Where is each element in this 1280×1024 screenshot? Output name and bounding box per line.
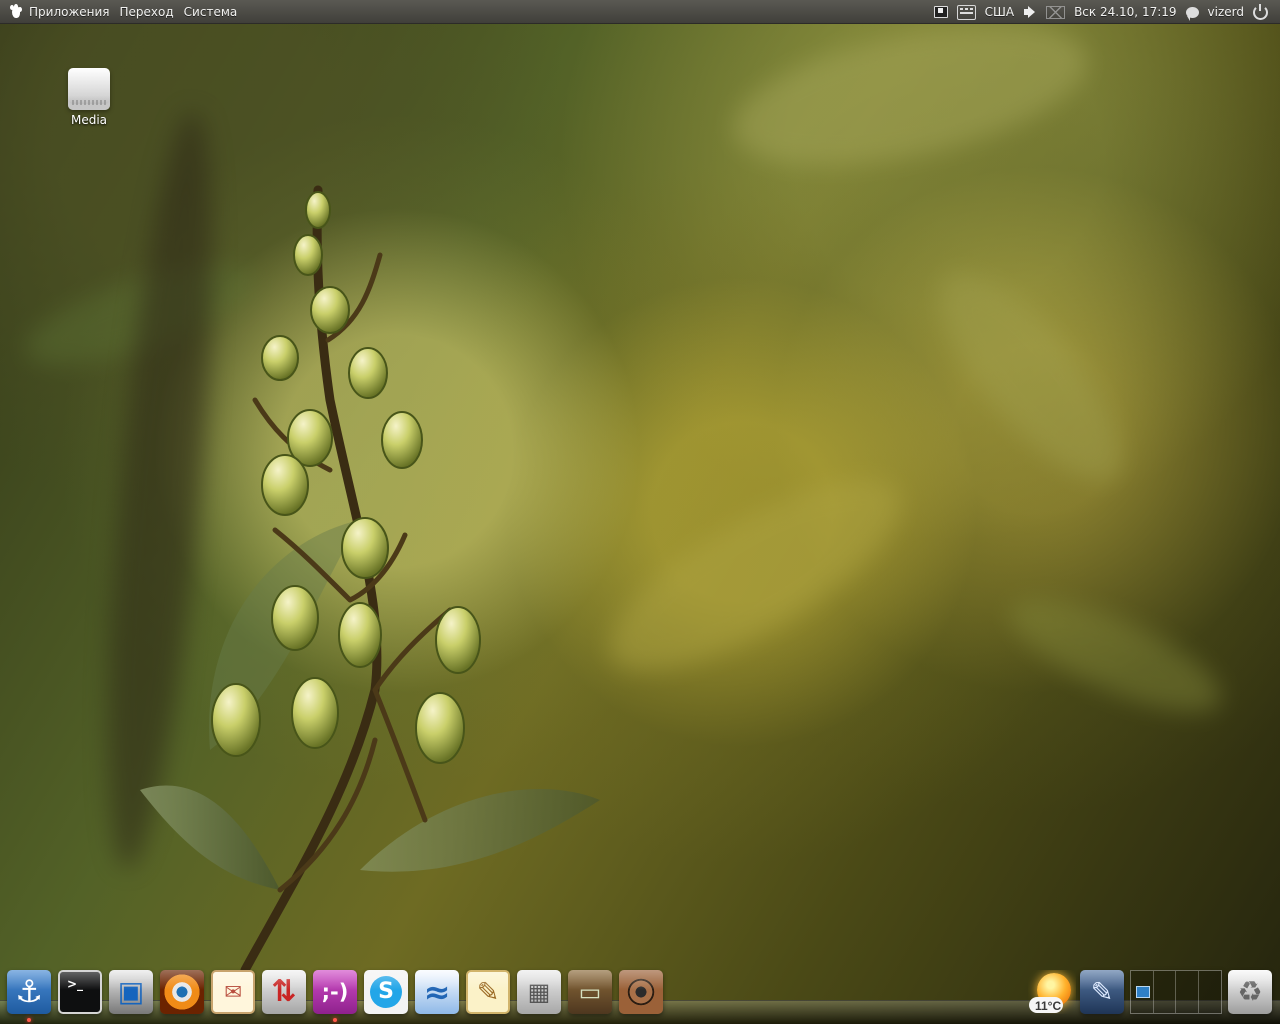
chat-icon: ;-) [321,979,349,1004]
system-menu[interactable]: Система [184,5,238,19]
power-icon[interactable] [1253,3,1268,20]
keyboard-layout-indicator[interactable]: США [985,5,1014,19]
speaker-launcher[interactable] [619,970,663,1014]
calculator-launcher[interactable]: ▦ [517,970,561,1014]
volume-icon[interactable] [1023,5,1037,19]
blurred-leaf [995,576,1235,734]
dock: ⚓ >_ ▣ ✉ ⇅ ;-) S ≈ ✎ ▦ ▭ 11°C ✎ ♻ [0,970,1280,1024]
user-name[interactable]: vizerd [1208,5,1244,19]
workspace-2[interactable] [1154,971,1176,1013]
monitor-icon: ▣ [117,975,145,1008]
running-indicator [333,1018,337,1022]
gnome-foot-icon[interactable] [8,4,23,20]
mail-icon[interactable] [1046,5,1066,19]
writer-launcher[interactable]: ✎ [1080,970,1124,1014]
places-menu[interactable]: Переход [120,5,174,19]
eye-icon [160,970,204,1014]
network-icon[interactable] [933,6,948,18]
top-panel: Приложения Переход Система США Вск 24.10… [0,0,1280,24]
transfer-launcher[interactable]: ⇅ [262,970,306,1014]
desktop-icon-label: Media [70,113,108,127]
mail-icon: ✉ [224,979,242,1004]
wallpaper [0,0,1280,1024]
weather-applet[interactable]: 11°C [1028,970,1076,1014]
terminal-launcher[interactable]: >_ [58,970,102,1014]
workspace-4[interactable] [1199,971,1222,1013]
drive-icon [68,68,110,110]
office-launcher[interactable]: ≈ [415,970,459,1014]
transfer-icon: ⇅ [271,974,297,1009]
clock-datetime[interactable]: Вск 24.10, 17:19 [1074,5,1176,19]
eye-launcher[interactable] [160,970,204,1014]
anchor-launcher[interactable]: ⚓ [7,970,51,1014]
office-icon: ≈ [423,973,451,1011]
top-panel-menus: Приложения Переход Система [8,0,237,24]
trash-launcher[interactable]: ♻ [1228,970,1272,1014]
workspace-switcher[interactable] [1130,970,1222,1014]
weather-temperature: 11°C [1035,999,1062,1013]
terminal-icon: >_ [67,977,84,991]
blurred-leaf [15,244,265,386]
text-editor-icon: ✎ [476,976,500,1008]
chat-launcher[interactable]: ;-) [313,970,357,1014]
flower-bud-branch [140,185,600,975]
blurred-leaf [584,444,926,706]
anchor-icon: ⚓ [15,973,43,1010]
chat-status-icon[interactable] [1185,6,1199,21]
monitor-launcher[interactable]: ▣ [109,970,153,1014]
text-editor-launcher[interactable]: ✎ [466,970,510,1014]
tv-icon: ▭ [578,978,602,1006]
desktop-media-icon[interactable]: Media [66,68,112,127]
skype-icon: S [370,976,402,1008]
skype-launcher[interactable]: S [364,970,408,1014]
running-indicator [27,1018,31,1022]
keyboard-icon[interactable] [956,4,976,20]
trash-icon: ♻ [1237,975,1263,1008]
top-panel-indicators: США Вск 24.10, 17:19 vizerd [933,0,1268,24]
writer-icon: ✎ [1090,976,1114,1008]
blurred-leaf [911,246,1149,506]
workspace-1[interactable] [1131,971,1154,1013]
workspace-3[interactable] [1176,971,1199,1013]
speaker-icon [619,970,663,1014]
blurred-leaf [721,0,1099,192]
calculator-icon: ▦ [527,978,551,1006]
applications-menu[interactable]: Приложения [29,5,110,19]
tv-launcher[interactable]: ▭ [568,970,612,1014]
blurred-stem [87,107,233,873]
mail-launcher[interactable]: ✉ [211,970,255,1014]
